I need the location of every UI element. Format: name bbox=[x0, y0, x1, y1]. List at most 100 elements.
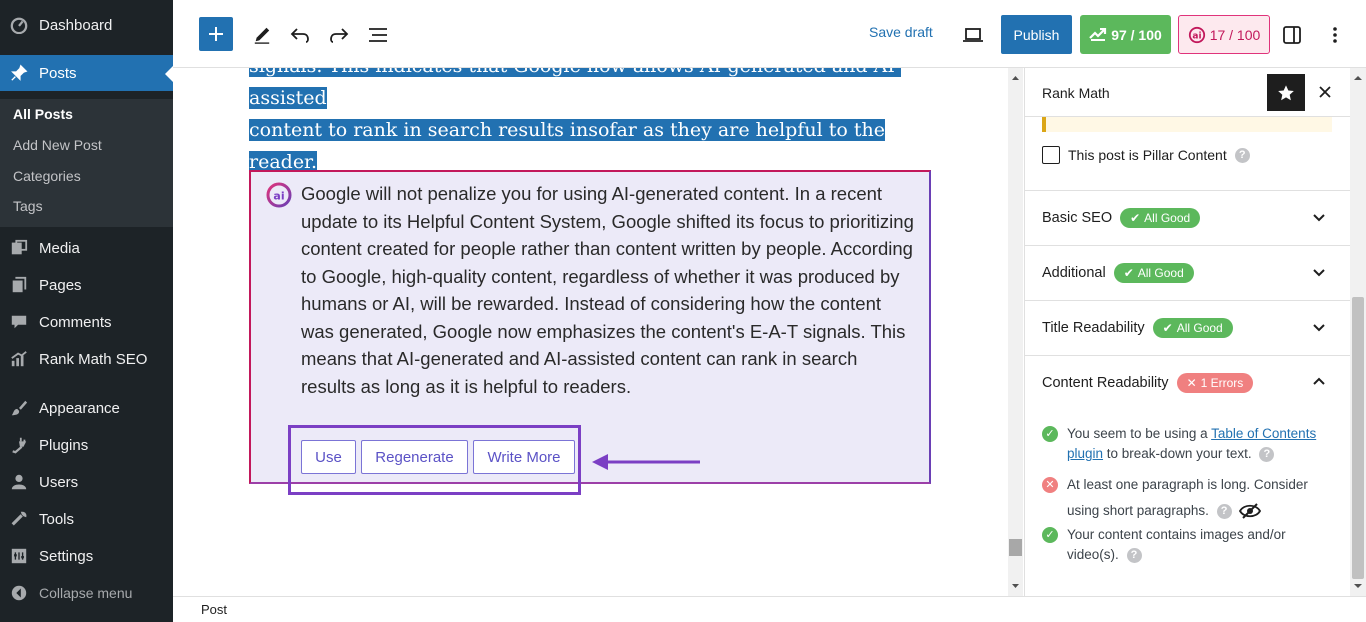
rank-math-icon bbox=[9, 349, 29, 369]
menu-plugins[interactable]: Plugins bbox=[0, 432, 173, 458]
seo-score-button[interactable]: 97 / 100 bbox=[1080, 15, 1171, 54]
menu-rank-math-label: Rank Math SEO bbox=[39, 350, 148, 368]
check-circle-icon: ✓ bbox=[1042, 426, 1058, 442]
check-icon: ✔ bbox=[1162, 321, 1173, 335]
menu-posts[interactable]: Posts bbox=[0, 55, 173, 91]
menu-pages[interactable]: Pages bbox=[0, 272, 173, 298]
settings-icon bbox=[9, 546, 29, 566]
section-label: Basic SEO bbox=[1042, 210, 1113, 226]
chevron-up-icon bbox=[1313, 377, 1325, 385]
status-badge: ✔ All Good bbox=[1113, 263, 1194, 283]
section-basic-seo[interactable]: Basic SEO ✔ All Good bbox=[1025, 190, 1350, 245]
settings-sidebar-toggle[interactable] bbox=[1281, 24, 1303, 46]
wrench-icon bbox=[9, 509, 29, 529]
scroll-up-icon[interactable] bbox=[1350, 71, 1366, 86]
menu-users-label: Users bbox=[39, 473, 79, 491]
add-block-button[interactable] bbox=[199, 17, 233, 51]
laptop-icon bbox=[963, 28, 983, 42]
selected-paragraph[interactable]: signals. This indicates that Google now … bbox=[249, 68, 909, 178]
svg-text:ai: ai bbox=[273, 190, 284, 203]
section-content-readability[interactable]: Content Readability ✕ 1 Errors bbox=[1025, 355, 1350, 410]
publish-button[interactable]: Publish bbox=[1001, 15, 1072, 54]
check-text: You seem to be using a Table of Contents… bbox=[1067, 424, 1337, 464]
section-additional[interactable]: Additional ✔ All Good bbox=[1025, 245, 1350, 300]
document-overview-button[interactable] bbox=[366, 24, 390, 46]
status-badge: ✔ All Good bbox=[1120, 208, 1201, 228]
breadcrumb-post[interactable]: Post bbox=[201, 602, 227, 617]
pillar-content-option[interactable]: This post is Pillar Content ? bbox=[1042, 146, 1250, 164]
pillar-content-checkbox[interactable] bbox=[1042, 146, 1060, 164]
selected-line: content to rank in search results insofa… bbox=[249, 119, 885, 173]
save-draft-button[interactable]: Save draft bbox=[869, 24, 933, 40]
section-title-readability[interactable]: Title Readability ✔ All Good bbox=[1025, 300, 1350, 355]
menu-media[interactable]: Media bbox=[0, 235, 173, 261]
collapse-menu-button[interactable]: Collapse menu bbox=[0, 580, 173, 606]
scroll-up-icon[interactable] bbox=[1008, 71, 1023, 86]
menu-plugins-label: Plugins bbox=[39, 436, 89, 454]
more-vertical-icon bbox=[1333, 27, 1337, 43]
menu-dashboard-label: Dashboard bbox=[39, 16, 113, 34]
svg-text:ai: ai bbox=[1192, 31, 1201, 41]
panel-scrollbar[interactable] bbox=[1350, 68, 1366, 596]
menu-tools[interactable]: Tools bbox=[0, 506, 173, 532]
submenu-add-new-post[interactable]: Add New Post bbox=[13, 137, 102, 153]
undo-icon bbox=[290, 28, 309, 43]
submenu-tags[interactable]: Tags bbox=[13, 198, 43, 214]
submenu-categories[interactable]: Categories bbox=[13, 168, 81, 184]
pin-panel-button[interactable] bbox=[1267, 74, 1305, 111]
help-icon[interactable]: ? bbox=[1126, 547, 1142, 563]
options-menu-button[interactable] bbox=[1325, 24, 1345, 46]
panel-title: Rank Math bbox=[1042, 85, 1110, 101]
menu-users[interactable]: Users bbox=[0, 469, 173, 495]
error-circle-icon: ✕ bbox=[1042, 477, 1058, 493]
help-icon[interactable]: ? bbox=[1216, 503, 1232, 519]
content-ai-score-button[interactable]: ai 17 / 100 bbox=[1178, 15, 1270, 54]
pin-icon bbox=[9, 63, 29, 83]
plus-icon bbox=[209, 27, 223, 41]
list-view-icon bbox=[369, 28, 387, 42]
check-text-part: You seem to be using a bbox=[1067, 426, 1212, 441]
scroll-down-icon[interactable] bbox=[1350, 578, 1366, 593]
menu-appearance[interactable]: Appearance bbox=[0, 395, 173, 421]
check-paragraph-length: ✕ At least one paragraph is long. Consid… bbox=[1042, 472, 1337, 524]
menu-posts-label: Posts bbox=[39, 64, 77, 82]
close-icon bbox=[1319, 86, 1331, 98]
undo-button[interactable] bbox=[289, 24, 311, 46]
chevron-down-icon bbox=[1313, 214, 1325, 222]
wordpress-editor: Dashboard Posts All Posts Add New Post C… bbox=[0, 0, 1366, 622]
pages-icon bbox=[9, 275, 29, 295]
eye-slash-icon[interactable] bbox=[1239, 503, 1262, 520]
preview-button[interactable] bbox=[961, 24, 985, 46]
menu-media-label: Media bbox=[39, 239, 80, 257]
editor-scrollbar[interactable] bbox=[1008, 68, 1023, 596]
editor-scroll-thumb[interactable] bbox=[1009, 539, 1022, 556]
tools-button[interactable] bbox=[251, 24, 273, 46]
rank-math-panel: Rank Math This post is Pillar Content ? … bbox=[1024, 68, 1350, 596]
help-icon[interactable]: ? bbox=[1234, 147, 1250, 163]
menu-rank-math-seo[interactable]: Rank Math SEO bbox=[0, 346, 173, 372]
redo-button[interactable] bbox=[328, 24, 350, 46]
menu-comments-label: Comments bbox=[39, 313, 112, 331]
badge-text: All Good bbox=[1137, 266, 1184, 280]
ai-generated-text[interactable]: Google will not penalize you for using A… bbox=[301, 180, 916, 400]
menu-comments[interactable]: Comments bbox=[0, 309, 173, 335]
check-text: At least one paragraph is long. Consider… bbox=[1067, 472, 1337, 524]
submenu-all-posts[interactable]: All Posts bbox=[13, 106, 73, 122]
content-ai-score: 17 / 100 bbox=[1209, 26, 1261, 43]
arrow-left-icon bbox=[592, 454, 700, 470]
menu-settings[interactable]: Settings bbox=[0, 543, 173, 569]
close-panel-button[interactable] bbox=[1315, 82, 1335, 102]
panel-scroll-thumb[interactable] bbox=[1352, 297, 1364, 579]
help-icon[interactable]: ? bbox=[1259, 446, 1275, 462]
scroll-down-icon[interactable] bbox=[1008, 578, 1023, 593]
menu-appearance-label: Appearance bbox=[39, 399, 120, 417]
menu-dashboard[interactable]: Dashboard bbox=[0, 12, 173, 38]
editor-canvas[interactable]: signals. This indicates that Google now … bbox=[173, 68, 1008, 596]
chevron-down-icon bbox=[1313, 269, 1325, 277]
badge-text: All Good bbox=[1144, 211, 1191, 225]
brush-icon bbox=[9, 398, 29, 418]
section-label: Content Readability bbox=[1042, 375, 1169, 391]
check-text-part: to break-down your text. bbox=[1103, 446, 1252, 461]
user-icon bbox=[9, 472, 29, 492]
badge-text: All Good bbox=[1176, 321, 1223, 335]
